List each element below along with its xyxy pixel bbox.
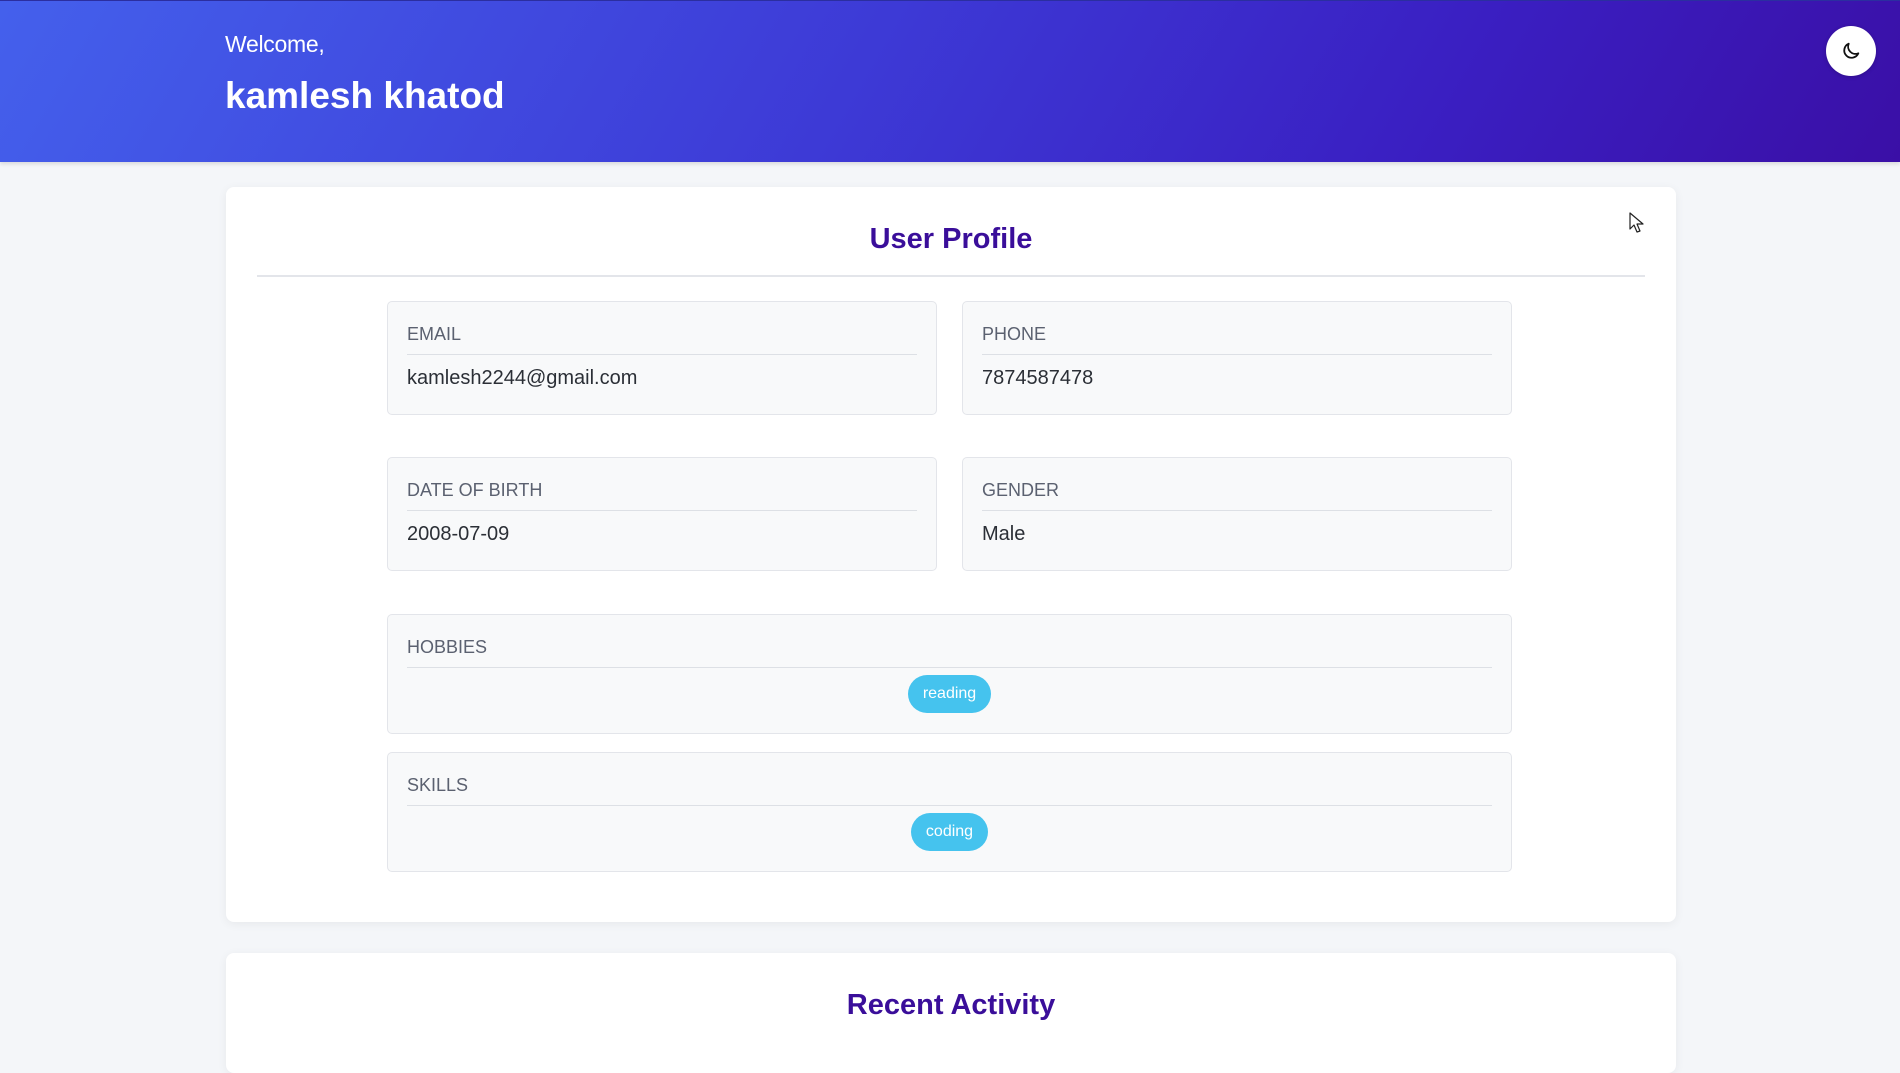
hobbies-field: HOBBIES reading (387, 614, 1512, 734)
theme-toggle-button[interactable] (1826, 26, 1876, 76)
profile-title: User Profile (869, 223, 1033, 255)
gender-label: GENDER (982, 480, 1060, 500)
field-divider (407, 510, 917, 511)
welcome-text: Welcome, (225, 31, 325, 57)
date-of-birth-value: 2008-07-09 (407, 523, 510, 545)
recent-activity-card: Recent Activity (226, 953, 1676, 1073)
field-divider (407, 805, 1492, 806)
gender-field: GENDER Male (962, 457, 1512, 571)
email-field: EMAIL kamlesh2244@gmail.com (387, 301, 937, 415)
title-divider (257, 275, 1645, 277)
field-divider (407, 354, 917, 355)
email-value: kamlesh2244@gmail.com (407, 367, 638, 389)
hobbies-chip-list: reading (388, 675, 1511, 713)
mouse-cursor-icon (1629, 212, 1644, 233)
hobby-chip[interactable]: reading (907, 675, 992, 713)
skills-chip-list: coding (388, 813, 1511, 851)
field-divider (982, 354, 1492, 355)
recent-activity-title: Recent Activity (846, 989, 1056, 1021)
field-divider (982, 510, 1492, 511)
email-label: EMAIL (407, 324, 462, 344)
user-profile-card: User Profile EMAIL kamlesh2244@gmail.com… (226, 187, 1676, 922)
phone-label: PHONE (982, 324, 1047, 344)
date-of-birth-field: DATE OF BIRTH 2008-07-09 (387, 457, 937, 571)
moon-icon (1843, 42, 1860, 59)
user-name: kamlesh khatod (225, 75, 505, 116)
gender-value: Male (982, 523, 1026, 545)
hobbies-label: HOBBIES (407, 637, 488, 657)
phone-value: 7874587478 (982, 367, 1094, 389)
header-banner: Welcome, kamlesh khatod (0, 0, 1900, 162)
date-of-birth-label: DATE OF BIRTH (407, 480, 543, 500)
skills-field: SKILLS coding (387, 752, 1512, 872)
phone-field: PHONE 7874587478 (962, 301, 1512, 415)
skills-label: SKILLS (407, 775, 469, 795)
field-divider (407, 667, 1492, 668)
skill-chip[interactable]: coding (910, 813, 989, 851)
